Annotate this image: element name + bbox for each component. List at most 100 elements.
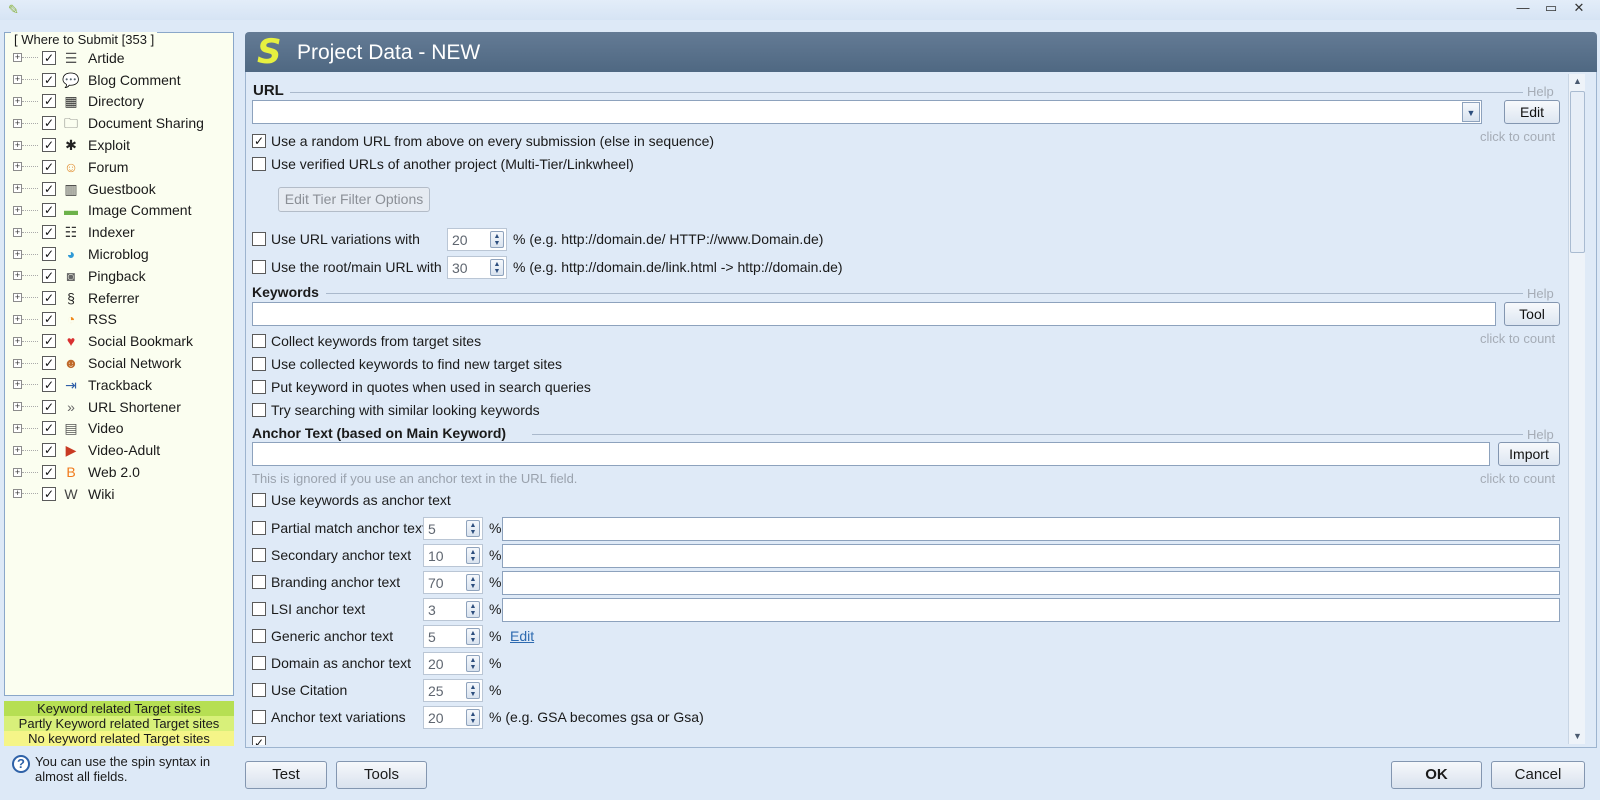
similar-keywords-checkbox[interactable] [252,403,266,417]
keywords-click-to-count[interactable]: click to count [1480,331,1555,346]
tree-item[interactable]: + ✓ 💬 Blog Comment [5,69,233,91]
url-variations-checkbox[interactable] [252,232,266,246]
tree-item[interactable]: + ✓ ▤ Video [5,418,233,440]
expand-plus-icon[interactable]: + [13,75,22,85]
tree-item-checkbox[interactable]: ✓ [42,203,56,218]
anchor-row-spinner[interactable]: 20 ▲ ▼ [423,706,483,729]
edit-tier-filter-button[interactable]: Edit Tier Filter Options [278,187,430,212]
option-root-url[interactable]: Use the root/main URL with [252,258,442,276]
anchor-import-button[interactable]: Import [1498,442,1560,466]
spinner-arrows-icon[interactable]: ▲ ▼ [466,574,480,591]
maximize-button[interactable]: ▭ [1540,0,1562,18]
option-verified-urls[interactable]: Use verified URLs of another project (Mu… [252,155,634,173]
url-click-to-count[interactable]: click to count [1480,129,1555,144]
spinner-arrows-icon[interactable]: ▲ ▼ [466,709,480,726]
tree-item[interactable]: + ✓ » URL Shortener [5,396,233,418]
url-variations-spinner[interactable]: 20 ▲ ▼ [447,228,507,251]
tree-item-checkbox[interactable]: ✓ [42,225,56,240]
tree-item-checkbox[interactable]: ✓ [42,94,56,109]
anchor-row-checkbox[interactable] [252,629,266,643]
anchor-row-spinner[interactable]: 20 ▲ ▼ [423,652,483,675]
tree-item[interactable]: + ✓ ◔ RSS [5,309,233,331]
tree-item-checkbox[interactable]: ✓ [42,421,56,436]
tree-item-checkbox[interactable]: ✓ [42,247,56,262]
url-input[interactable]: ▼ [252,100,1482,124]
tree-item[interactable]: + ✓ B Web 2.0 [5,461,233,483]
url-edit-button[interactable]: Edit [1504,100,1560,124]
option-collect-keywords[interactable]: Collect keywords from target sites [252,332,481,350]
scroll-down-icon[interactable]: ▼ [1570,729,1585,744]
url-help-link[interactable]: Help [1527,84,1554,99]
tree-item[interactable]: + ✓ ☰ Artide [5,47,233,69]
tree-item-checkbox[interactable]: ✓ [42,443,56,458]
url-variations-value[interactable]: 20 [452,232,468,248]
tree-item[interactable]: + ✓ ▬ Image Comment [5,200,233,222]
tree-item-checkbox[interactable]: ✓ [42,377,56,392]
anchor-row-text-input[interactable] [502,598,1560,622]
anchor-row-value[interactable]: 5 [428,629,436,645]
expand-plus-icon[interactable]: + [13,423,22,433]
tree-item[interactable]: + ✓ ◙ Pingback [5,265,233,287]
keywords-as-anchor-checkbox[interactable] [252,493,266,507]
expand-plus-icon[interactable]: + [13,140,22,150]
option-keywords-as-anchor[interactable]: Use keywords as anchor text [252,491,451,509]
expand-plus-icon[interactable]: + [13,271,22,281]
main-scrollbar[interactable]: ▲ ▼ [1568,74,1585,744]
anchor-row-checkbox[interactable] [252,521,266,535]
anchor-text-input[interactable] [252,442,1490,466]
random-url-checkbox[interactable]: ✓ [252,134,266,148]
tree-item-checkbox[interactable]: ✓ [42,181,56,196]
anchor-row-checkbox[interactable] [252,710,266,724]
anchor-row-value[interactable]: 20 [428,656,444,672]
option-similar-keywords[interactable]: Try searching with similar looking keywo… [252,401,540,419]
anchor-row-text-input[interactable] [502,544,1560,568]
root-url-spinner[interactable]: 30 ▲ ▼ [447,256,507,279]
anchor-row-checkbox[interactable] [252,656,266,670]
tree-item[interactable]: + ✓ ▶ Video-Adult [5,439,233,461]
tools-button[interactable]: Tools [336,761,427,789]
tree-item-checkbox[interactable]: ✓ [42,334,56,349]
anchor-row-spinner[interactable]: 70 ▲ ▼ [423,571,483,594]
anchor-row-spinner[interactable]: 25 ▲ ▼ [423,679,483,702]
scroll-thumb[interactable] [1570,91,1585,253]
anchor-row-value[interactable]: 20 [428,710,444,726]
anchor-row-spinner[interactable]: 5 ▲ ▼ [423,517,483,540]
expand-plus-icon[interactable]: + [13,118,22,128]
spinner-arrows-icon[interactable]: ▲ ▼ [466,682,480,699]
option-url-variations[interactable]: Use URL variations with [252,230,420,248]
expand-plus-icon[interactable]: + [13,227,22,237]
tree-item[interactable]: + ✓ ♥ Social Bookmark [5,330,233,352]
tree-item-checkbox[interactable]: ✓ [42,138,56,153]
expand-plus-icon[interactable]: + [13,162,22,172]
spinner-arrows-icon[interactable]: ▲ ▼ [466,628,480,645]
anchor-row-option[interactable]: Partial match anchor text [252,519,426,537]
root-url-checkbox[interactable] [252,260,266,274]
anchor-row-option[interactable]: Use Citation [252,681,347,699]
tree-item-checkbox[interactable]: ✓ [42,399,56,414]
spinner-arrows-icon[interactable]: ▲ ▼ [466,601,480,618]
tree-item-checkbox[interactable]: ✓ [42,465,56,480]
tree-item-checkbox[interactable]: ✓ [42,116,56,131]
generic-anchor-edit-link[interactable]: Edit [510,628,534,644]
tree-item[interactable]: + ✓ ✱ Exploit [5,134,233,156]
anchor-row-option[interactable]: Branding anchor text [252,573,400,591]
tree-item-checkbox[interactable]: ✓ [42,268,56,283]
option-use-collected-keywords[interactable]: Use collected keywords to find new targe… [252,355,562,373]
expand-plus-icon[interactable]: + [13,53,22,63]
url-dropdown-chevron-down-icon[interactable]: ▼ [1462,102,1480,122]
option-keyword-quotes[interactable]: Put keyword in quotes when used in searc… [252,378,591,396]
tree-item[interactable]: + ✓ ▥ Guestbook [5,178,233,200]
anchor-row-option[interactable]: Generic anchor text [252,627,393,645]
scroll-up-icon[interactable]: ▲ [1570,74,1585,89]
tree-item-checkbox[interactable]: ✓ [42,290,56,305]
anchor-row-value[interactable]: 10 [428,548,444,564]
anchor-row-text-input[interactable] [502,571,1560,595]
spinner-arrows-icon[interactable]: ▲ ▼ [490,231,504,248]
tree-item[interactable]: + ✓ ☻ Social Network [5,352,233,374]
anchor-row-option[interactable]: LSI anchor text [252,600,365,618]
test-button[interactable]: Test [245,761,327,789]
keywords-help-link[interactable]: Help [1527,286,1554,301]
expand-plus-icon[interactable]: + [13,336,22,346]
spinner-arrows-icon[interactable]: ▲ ▼ [490,259,504,276]
verified-urls-checkbox[interactable] [252,157,266,171]
